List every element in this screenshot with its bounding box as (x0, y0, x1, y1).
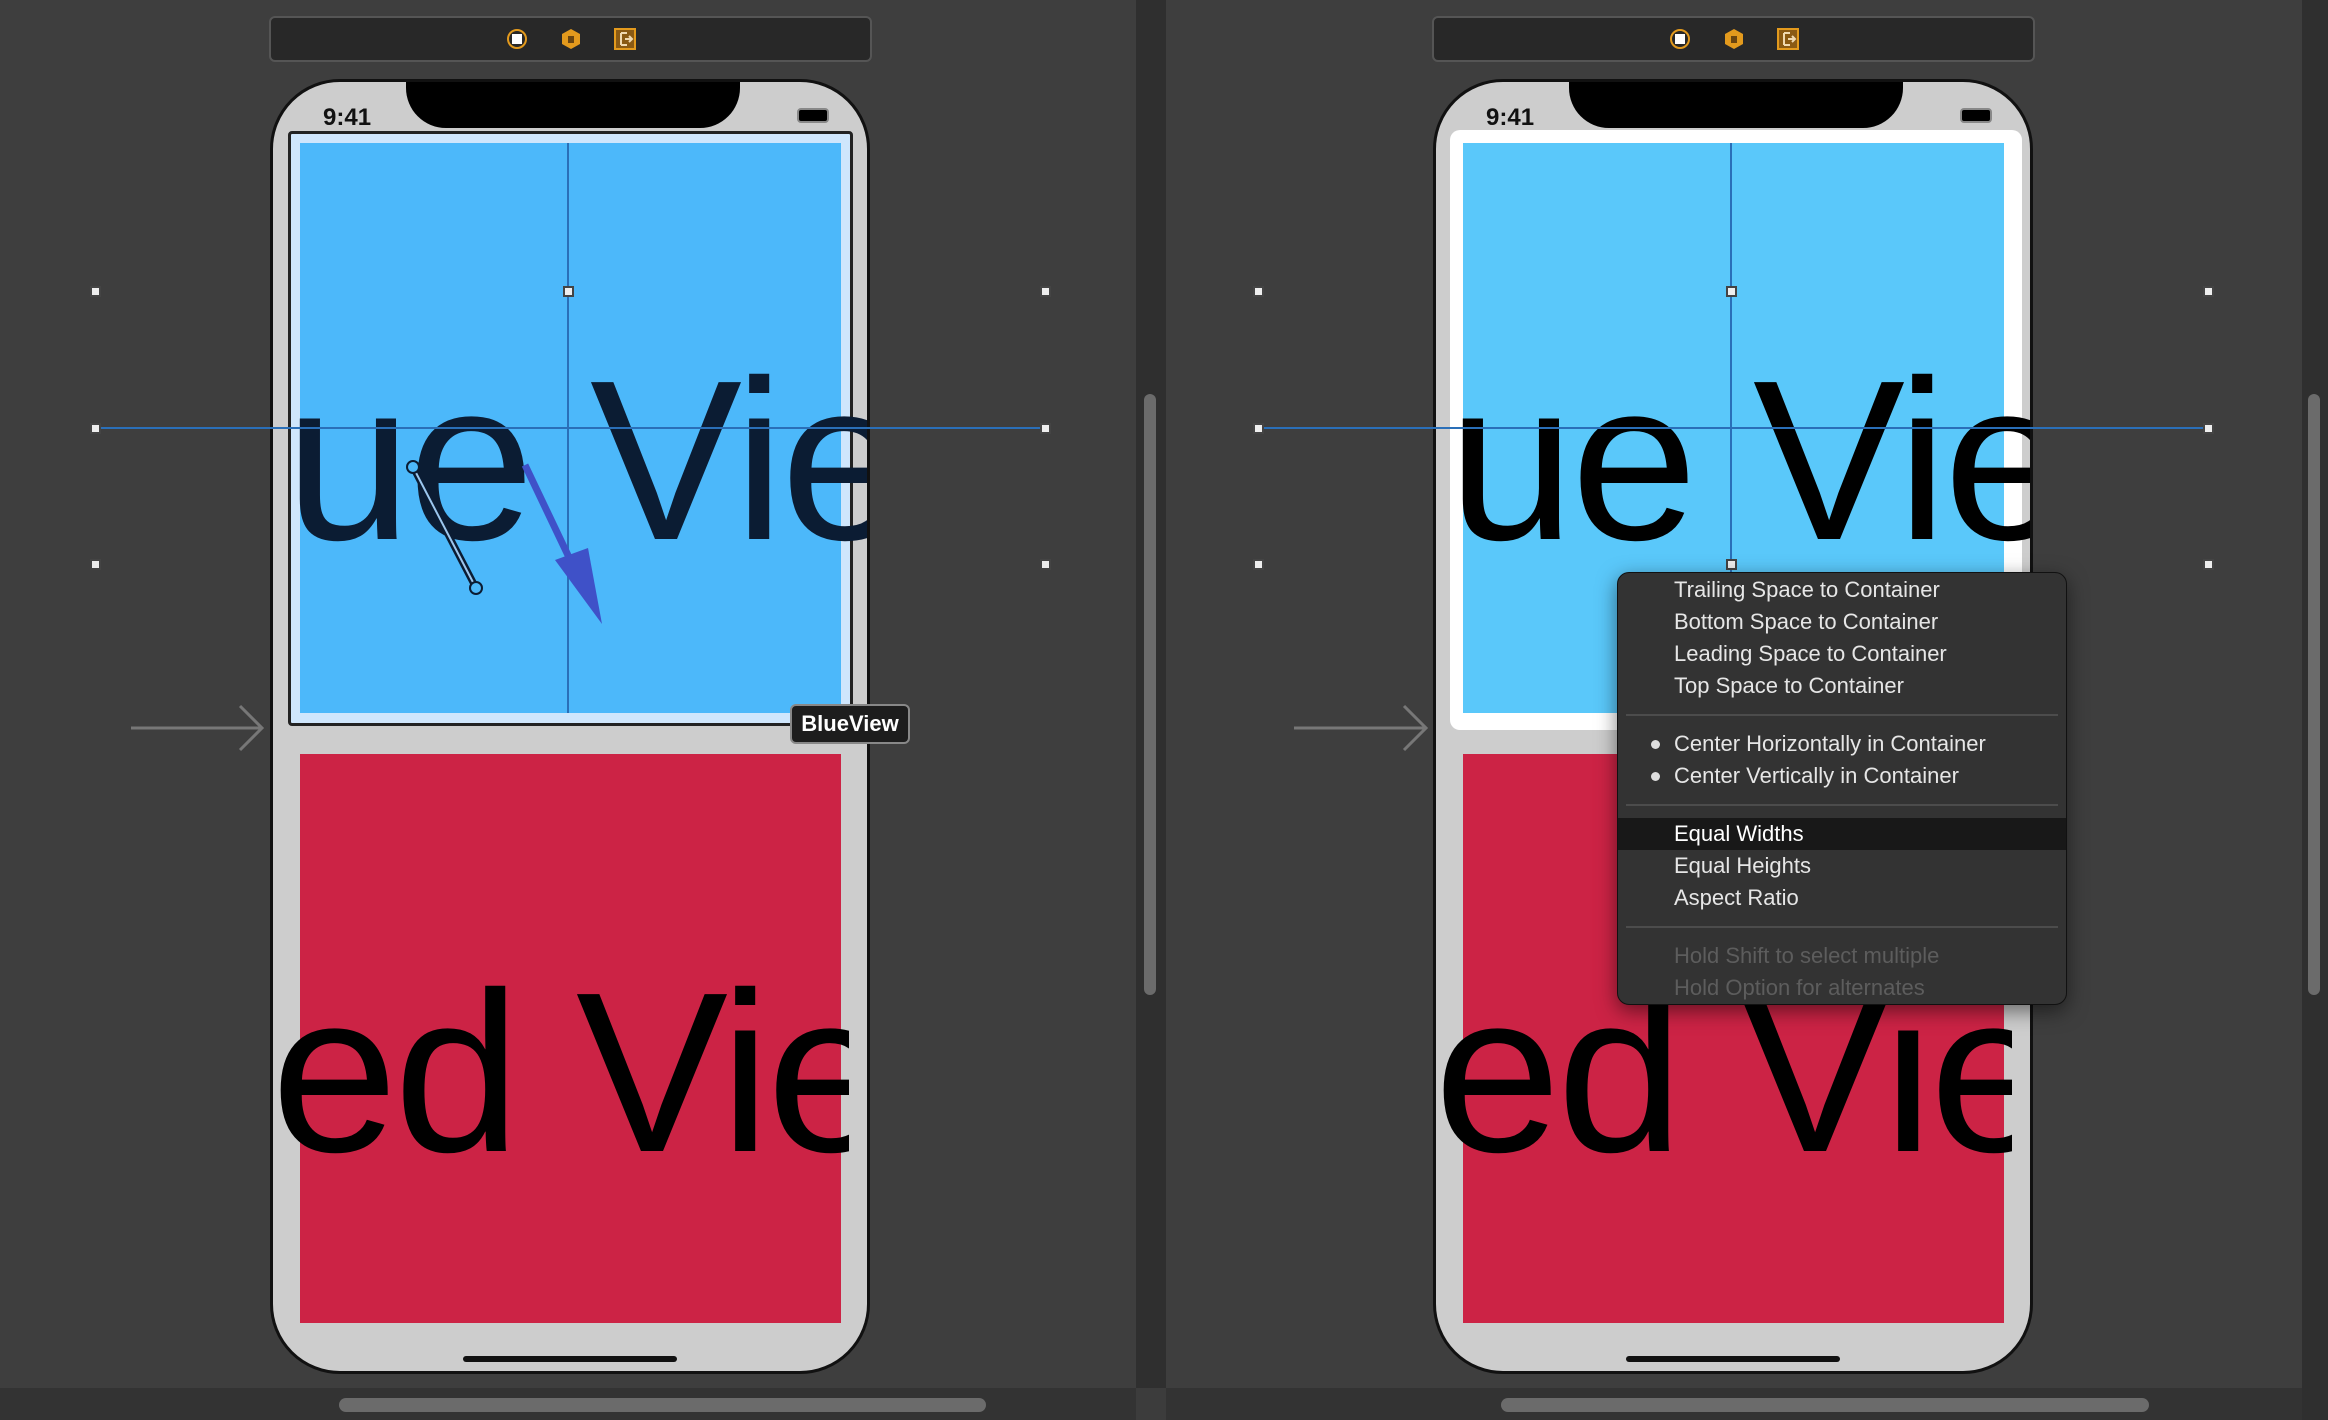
menu-separator (1626, 804, 2058, 806)
center-y-guide (1258, 427, 2208, 429)
resize-handle[interactable] (1726, 286, 1737, 297)
menu-item-center-horizontally[interactable]: Center Horizontally in Container (1618, 728, 2066, 760)
resize-handle[interactable] (2203, 286, 2214, 297)
menu-item-equal-widths[interactable]: Equal Widths (1618, 818, 2066, 850)
entry-point-arrow (1294, 704, 1429, 752)
horizontal-scroll-thumb-left[interactable] (339, 1398, 986, 1412)
menu-item-equal-heights[interactable]: Equal Heights (1618, 850, 2066, 882)
resize-handle[interactable] (1726, 559, 1737, 570)
menu-hint-shift: Hold Shift to select multiple (1674, 943, 1940, 968)
menu-item-label: Center Vertically in Container (1674, 763, 1959, 788)
battery-icon (1960, 108, 1992, 123)
resize-handle[interactable] (1253, 423, 1264, 434)
drag-connection (131, 460, 602, 752)
first-responder-icon[interactable] (1723, 28, 1745, 50)
menu-item-leading-space[interactable]: Leading Space to Container (1618, 638, 2066, 670)
resize-handle[interactable] (1253, 559, 1264, 570)
scene-dock-right (1432, 16, 2035, 62)
menu-item-top-space[interactable]: Top Space to Container (1618, 670, 2066, 702)
menu-item-label: Center Horizontally in Container (1674, 731, 1986, 756)
menu-item-trailing-space[interactable]: Trailing Space to Container (1618, 574, 2066, 606)
constraint-menu: Trailing Space to Container Bottom Space… (1617, 572, 2067, 1005)
menu-separator (1626, 926, 2058, 928)
checked-bullet-icon (1651, 740, 1660, 749)
menu-separator (1626, 714, 2058, 716)
menu-item-aspect-ratio[interactable]: Aspect Ratio (1618, 882, 2066, 914)
center-x-guide (1730, 143, 1732, 573)
drag-start-point (406, 460, 420, 474)
notch (1569, 82, 1903, 128)
blue-view-label: ue Vie (1448, 334, 2033, 588)
vertical-scrollbar-left[interactable] (1144, 394, 1156, 995)
checked-bullet-icon (1651, 772, 1660, 781)
view-controller-icon[interactable] (1669, 28, 1691, 50)
resize-handle[interactable] (1253, 286, 1264, 297)
exit-icon[interactable] (1776, 28, 1799, 50)
vertical-scrollbar-right[interactable] (2308, 394, 2320, 995)
resize-handle[interactable] (2203, 559, 2214, 570)
resize-handle[interactable] (2203, 423, 2214, 434)
menu-item-bottom-space[interactable]: Bottom Space to Container (1618, 606, 2066, 638)
drag-arrow-head (555, 548, 602, 624)
status-time: 9:41 (1486, 104, 1535, 131)
menu-item-center-vertically[interactable]: Center Vertically in Container (1618, 760, 2066, 792)
menu-hint-option: Hold Option for alternates (1674, 975, 1925, 1000)
selected-view-tooltip: BlueView (790, 704, 910, 744)
home-indicator (1626, 1356, 1840, 1362)
horizontal-scroll-thumb-right[interactable] (1501, 1398, 2149, 1412)
drag-end-point (469, 581, 483, 595)
